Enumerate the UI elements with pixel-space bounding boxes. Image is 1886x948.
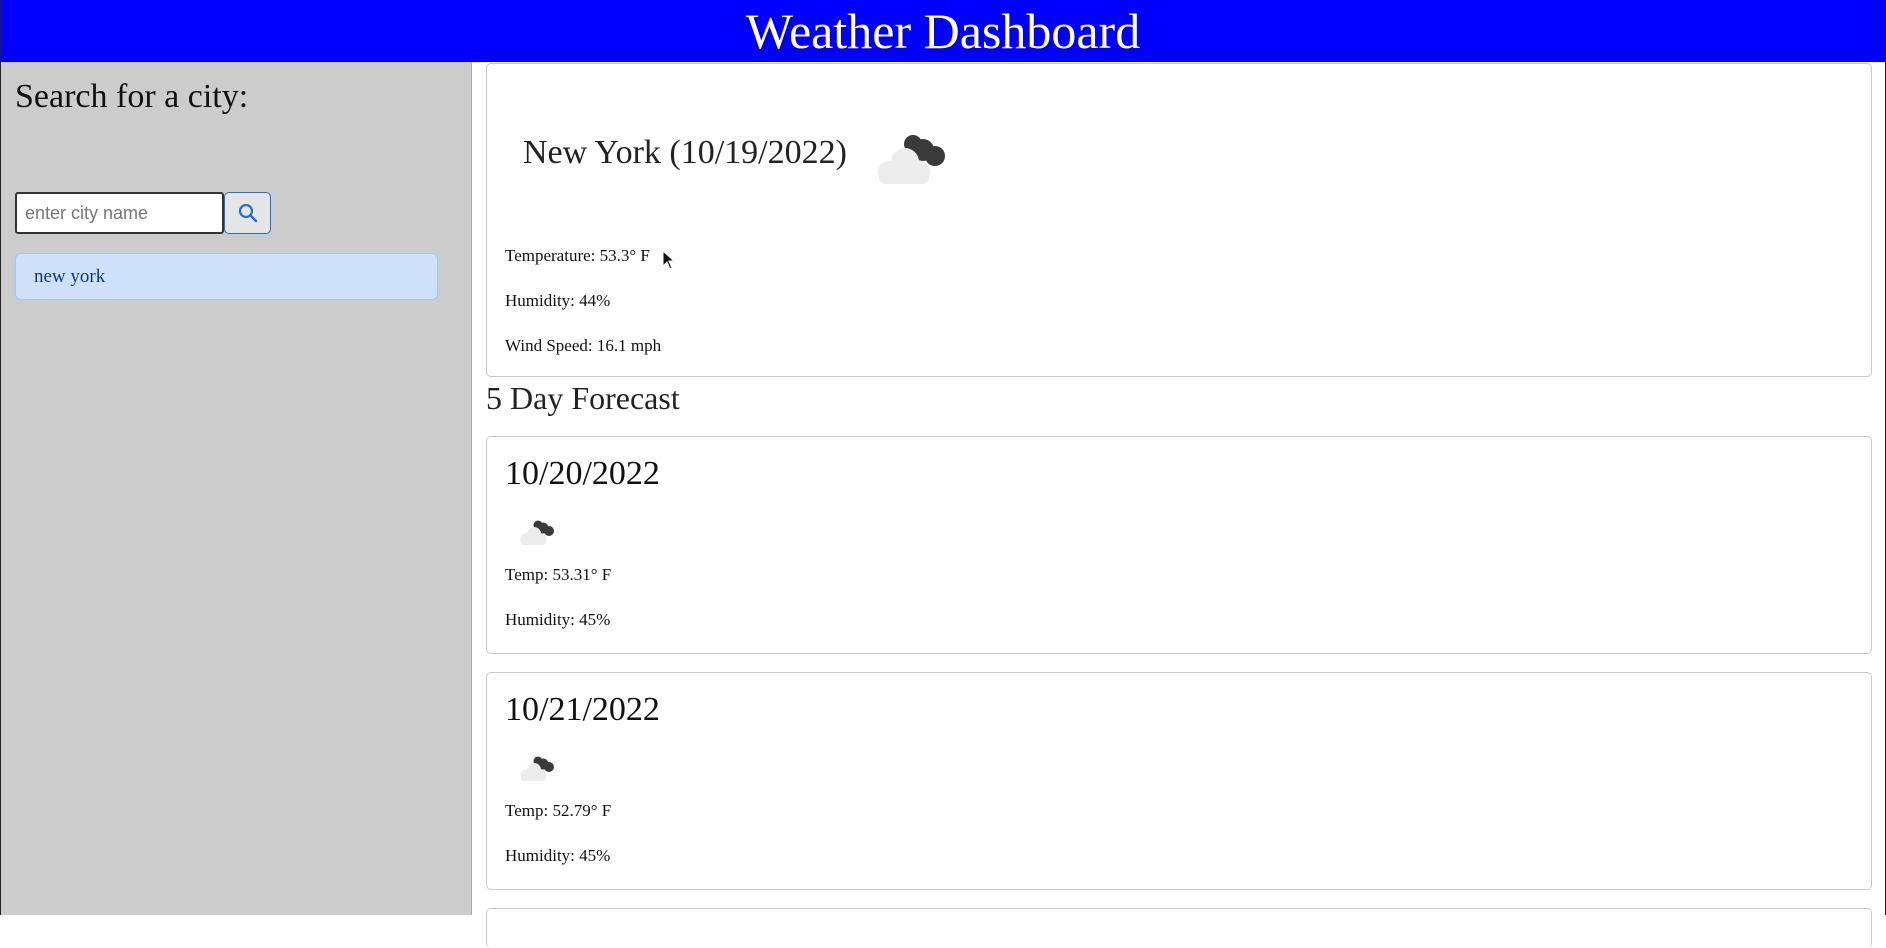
search-heading: Search for a city: — [15, 78, 249, 115]
search-input[interactable] — [15, 192, 224, 234]
forecast-heading: 5 Day Forecast — [486, 380, 680, 416]
search-button[interactable] — [224, 192, 271, 234]
history-item-new-york[interactable]: new york — [15, 253, 438, 300]
mouse-cursor-icon — [662, 250, 676, 270]
forecast-card: 10/21/2022 Temp: 52.79° F Humidity: 45% — [486, 672, 1872, 890]
current-temperature: Temperature: 53.3° F — [505, 246, 650, 265]
cloud-icon — [878, 135, 945, 184]
current-city-title: New York (10/19/2022) — [523, 134, 847, 171]
main-content: New York (10/19/2022) Temperature: 53.3°… — [471, 62, 1886, 948]
forecast-card: 10/20/2022 Temp: 53.31° F Humidity: 45% — [486, 436, 1872, 654]
forecast-card — [486, 908, 1872, 948]
forecast-humidity: Humidity: 45% — [505, 846, 611, 865]
forecast-temp: Temp: 52.79° F — [505, 801, 612, 820]
current-wind-speed: Wind Speed: 16.1 mph — [505, 336, 662, 355]
forecast-humidity: Humidity: 45% — [505, 610, 611, 629]
forecast-temp: Temp: 53.31° F — [505, 565, 612, 584]
page-title: Weather Dashboard — [745, 3, 1141, 59]
current-weather-card: New York (10/19/2022) Temperature: 53.3°… — [486, 63, 1872, 377]
cloud-icon — [520, 756, 554, 781]
search-icon — [238, 203, 257, 223]
current-humidity: Humidity: 44% — [505, 291, 611, 310]
app-header: Weather Dashboard — [0, 0, 1886, 62]
sidebar: Search for a city: new york — [0, 62, 471, 915]
forecast-date: 10/21/2022 — [505, 691, 660, 728]
forecast-date: 10/20/2022 — [505, 455, 660, 492]
cloud-icon — [520, 520, 554, 545]
